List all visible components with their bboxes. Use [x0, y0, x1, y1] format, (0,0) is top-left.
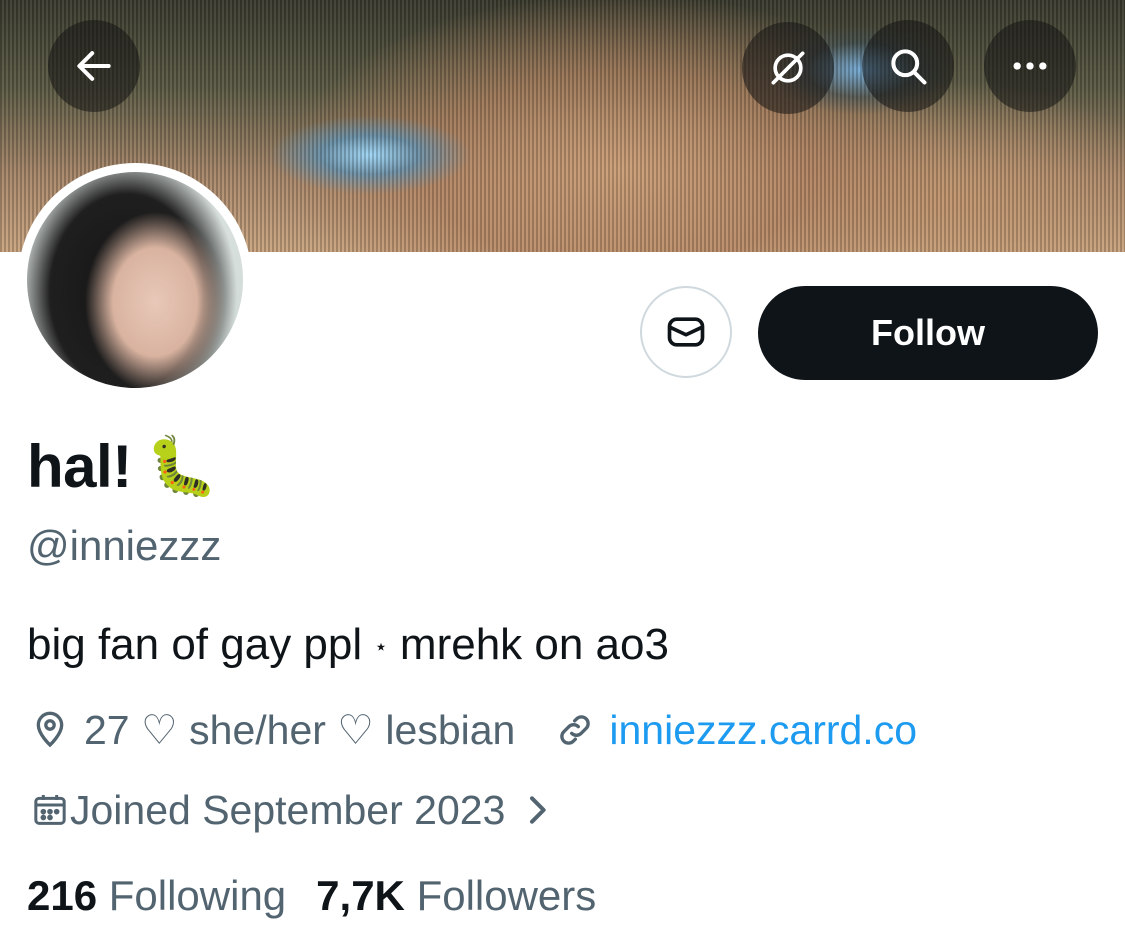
search-button[interactable]	[862, 20, 954, 112]
chevron-right-icon	[530, 796, 547, 824]
display-name-row: hal! 🐛	[27, 432, 218, 501]
followers-label: Followers	[416, 872, 597, 919]
caterpillar-emoji: 🐛	[145, 433, 218, 499]
avatar-image	[27, 172, 243, 388]
following-link[interactable]: 216 Following	[27, 872, 286, 920]
location-icon	[36, 711, 64, 748]
followers-count: 7,7K	[316, 872, 405, 919]
link-icon	[560, 715, 591, 745]
envelope-icon	[667, 317, 705, 347]
bio-separator: ⋆	[374, 634, 388, 660]
more-icon	[1013, 62, 1047, 70]
handle: @inniezzz	[27, 522, 222, 569]
calendar-icon	[34, 795, 66, 825]
profile-meta-row: 27 ♡ she/her ♡ lesbian inniezzz.carrd.co	[30, 700, 917, 760]
bio-part2: mrehk on ao3	[399, 620, 669, 669]
translate-button[interactable]	[742, 22, 834, 114]
following-count: 216	[27, 872, 98, 919]
back-button[interactable]	[48, 20, 140, 112]
join-date-text: Joined September 2023	[70, 786, 506, 833]
search-icon	[891, 49, 927, 85]
followers-link[interactable]: 7,7K Followers	[316, 872, 596, 920]
bio: big fan of gay ppl ⋆ mrehk on ao3	[27, 620, 669, 670]
message-button[interactable]	[640, 286, 732, 378]
location-text: 27 ♡ she/her ♡ lesbian	[84, 707, 516, 753]
website-link[interactable]: inniezzz.carrd.co	[609, 707, 917, 754]
avatar[interactable]	[18, 163, 252, 397]
arrow-left-icon	[77, 51, 111, 81]
display-name: hal!	[27, 433, 132, 500]
translate-icon	[771, 51, 805, 85]
bio-part1: big fan of gay ppl	[27, 620, 363, 669]
more-button[interactable]	[984, 20, 1076, 112]
follow-stats: 216 Following 7,7K Followers	[27, 872, 596, 920]
following-label: Following	[108, 872, 287, 919]
join-date-row[interactable]: Joined September 2023	[30, 780, 557, 840]
follow-button[interactable]: Follow	[758, 286, 1098, 380]
